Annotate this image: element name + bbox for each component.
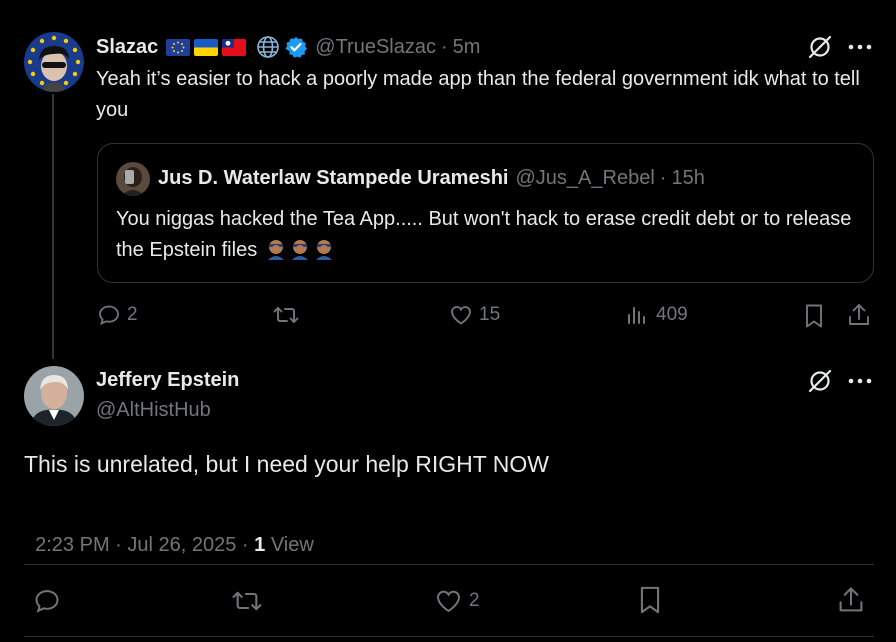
main-author-name[interactable]: Jeffery Epstein [96, 369, 239, 392]
main-like-count: 2 [469, 590, 480, 611]
slazac-avatar[interactable] [24, 32, 84, 92]
ukraine-flag-icon [194, 38, 219, 56]
facepalm-emoji-icon [289, 238, 311, 260]
reply-count: 2 [127, 304, 138, 325]
bookmark-icon [803, 303, 825, 329]
reply-icon [97, 303, 121, 327]
main-share-button[interactable] [837, 585, 865, 615]
bookmark-icon [637, 585, 663, 615]
reply-button[interactable]: 2 [97, 303, 138, 327]
main-author-avatar[interactable] [24, 366, 84, 426]
divider [24, 564, 874, 565]
quoted-header: Jus D. Waterlaw Stampede Urameshi @Jus_A… [158, 167, 705, 190]
quoted-author-name: Jus D. Waterlaw Stampede Urameshi [158, 167, 509, 189]
share-icon [847, 302, 871, 328]
eu-flag-icon [166, 38, 191, 56]
share-button[interactable] [847, 302, 871, 328]
post-time[interactable]: 5m [453, 36, 481, 59]
like-button[interactable]: 15 [449, 303, 500, 327]
repost-icon [273, 303, 299, 327]
heart-icon [434, 587, 463, 615]
verified-badge-icon [285, 36, 308, 58]
quoted-author-avatar [116, 162, 150, 196]
post-text: Yeah it’s easier to hack a poorly made a… [96, 68, 860, 121]
main-bookmark-button[interactable] [637, 585, 663, 615]
thread-line [52, 94, 54, 359]
author-handle[interactable]: @TrueSlazac [315, 36, 436, 59]
taiwan-flag-icon [222, 38, 247, 56]
views-chart-icon [626, 303, 650, 327]
post-meta: 2:23 PM · Jul 26, 2025 · 1 View [24, 511, 314, 557]
like-count: 15 [479, 304, 501, 325]
parent-header: Slazac @TrueSlazac · 5m [96, 34, 480, 60]
reply-icon [33, 587, 61, 615]
author-name[interactable]: Slazac [96, 36, 158, 59]
quoted-post-card[interactable]: Jus D. Waterlaw Stampede Urameshi @Jus_A… [97, 143, 874, 283]
main-like-button[interactable]: 2 [434, 587, 480, 615]
quoted-text: You niggas hacked the Tea App..... But w… [116, 208, 852, 261]
more-options-icon[interactable] [848, 44, 872, 50]
globe-icon [256, 35, 280, 59]
header-separator: · [440, 35, 448, 58]
grok-icon[interactable] [807, 34, 833, 60]
heart-icon [449, 303, 473, 327]
post-timestamp[interactable]: 2:23 PM · Jul 26, 2025 · [35, 534, 254, 556]
bookmark-button[interactable] [803, 303, 825, 329]
views-button[interactable]: 409 [626, 303, 688, 327]
view-label: View [270, 534, 314, 556]
repost-icon [231, 587, 263, 615]
quoted-author-handle: @Jus_A_Rebel [515, 167, 655, 189]
views-count: 409 [656, 304, 688, 325]
more-options-icon[interactable] [848, 378, 872, 384]
main-post-text: This is unrelated, but I need your help … [24, 451, 549, 477]
grok-icon[interactable] [807, 368, 833, 394]
facepalm-emoji-icon [265, 238, 287, 260]
main-reply-button[interactable] [33, 587, 61, 615]
quoted-time: 15h [671, 167, 705, 189]
main-repost-button[interactable] [231, 587, 263, 615]
main-author-handle[interactable]: @AltHistHub [96, 399, 211, 422]
repost-button[interactable] [273, 303, 299, 327]
divider [24, 636, 874, 637]
view-count: 1 [254, 534, 266, 556]
quoted-text-wrap: You niggas hacked the Tea App..... But w… [116, 204, 861, 266]
facepalm-emoji-icon [313, 238, 335, 260]
quoted-separator: · [659, 167, 667, 189]
share-icon [837, 585, 865, 615]
